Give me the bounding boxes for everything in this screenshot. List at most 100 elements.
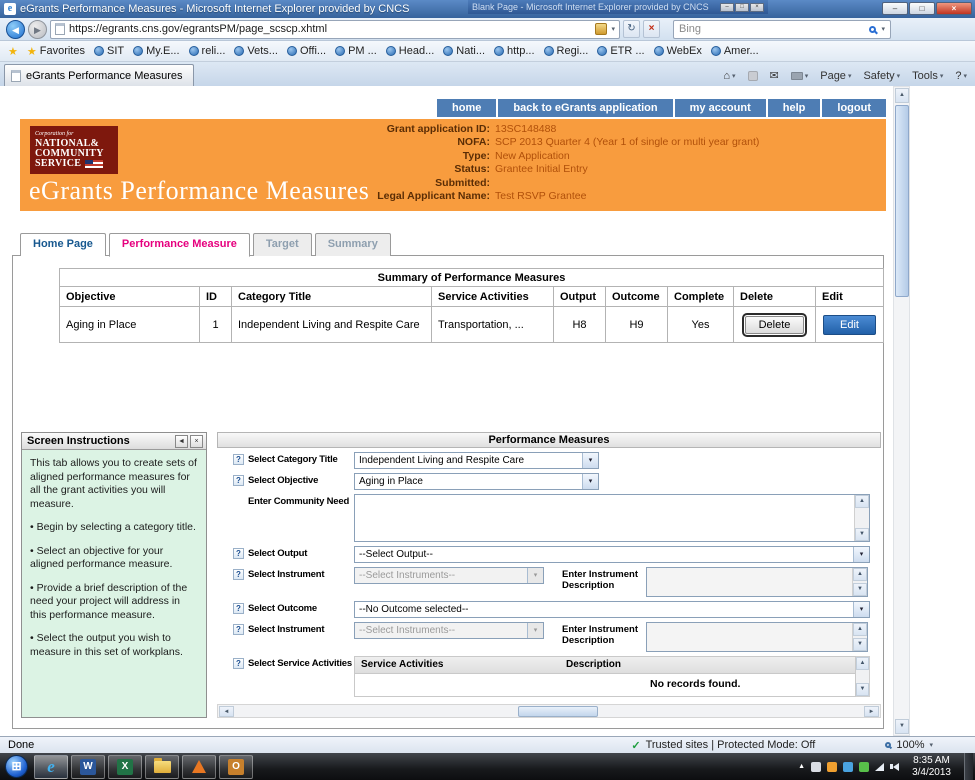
security-zone[interactable]: ✓ Trusted sites | Protected Mode: Off (631, 739, 815, 752)
favorite-link[interactable]: Amer... (711, 45, 759, 57)
favorite-link[interactable]: WebEx (654, 45, 702, 57)
close-button[interactable]: × (936, 2, 972, 15)
close-icon[interactable]: × (750, 3, 764, 12)
safety-menu-button[interactable]: Safety▾ (859, 69, 904, 83)
tab-home-page[interactable]: Home Page (20, 233, 106, 256)
vertical-scrollbar[interactable]: ▲ ▼ (893, 86, 910, 736)
scroll-up-icon[interactable]: ▲ (895, 88, 909, 103)
favorite-link[interactable]: ETR ... (597, 45, 644, 57)
home-button[interactable]: ⌂▾ (719, 69, 739, 83)
output-select[interactable]: --Select Output--▾ (354, 546, 870, 563)
tray-icon[interactable] (843, 762, 853, 772)
favorite-link[interactable]: http... (494, 45, 535, 57)
taskbar-clock[interactable]: 8:35 AM 3/4/2013 (905, 755, 958, 779)
tab-performance-measure[interactable]: Performance Measure (109, 233, 250, 257)
network-icon[interactable] (875, 763, 884, 771)
textarea-scrollbar[interactable]: ▲▼ (852, 623, 867, 651)
show-desktop-button[interactable] (964, 753, 973, 780)
tab-target[interactable]: Target (253, 233, 312, 256)
instrument2-desc-textarea[interactable]: ▲▼ (646, 622, 868, 652)
tools-menu-button[interactable]: Tools▾ (908, 69, 947, 83)
nav-home-button[interactable]: home (437, 99, 496, 117)
instrument1-desc-textarea[interactable]: ▲▼ (646, 567, 868, 597)
refresh-button[interactable]: ↻ (623, 20, 640, 38)
url-dropdown-icon[interactable]: ▾ (611, 25, 615, 33)
favorites-button[interactable]: ★ Favorites (27, 45, 85, 58)
tab-summary[interactable]: Summary (315, 233, 391, 256)
search-input[interactable]: Bing ▾ (673, 20, 891, 39)
favorite-link[interactable]: reli... (189, 45, 226, 57)
scroll-down-icon[interactable]: ▼ (853, 583, 867, 596)
instrument2-select[interactable]: --Select Instruments--▾ (354, 622, 544, 639)
scroll-up-icon[interactable]: ▲ (853, 623, 867, 636)
help-icon[interactable]: ? (233, 624, 244, 635)
scroll-down-icon[interactable]: ▼ (853, 638, 867, 651)
scroll-up-icon[interactable]: ▲ (856, 657, 869, 670)
community-need-textarea[interactable]: ▲▼ (354, 494, 870, 542)
nav-logout-button[interactable]: logout (822, 99, 886, 117)
nav-help-button[interactable]: help (768, 99, 821, 117)
maximize-icon[interactable]: □ (735, 3, 749, 12)
favorite-link[interactable]: Regi... (544, 45, 589, 57)
help-icon[interactable]: ? (233, 603, 244, 614)
scroll-down-icon[interactable]: ▼ (855, 528, 869, 541)
compatibility-view-icon[interactable] (595, 23, 607, 35)
page-menu-button[interactable]: Page▾ (816, 69, 855, 83)
scroll-down-icon[interactable]: ▼ (856, 683, 869, 696)
objective-select[interactable]: Aging in Place▾ (354, 473, 599, 490)
help-icon[interactable]: ? (233, 569, 244, 580)
search-icon[interactable] (869, 26, 876, 33)
favorite-link[interactable]: PM ... (335, 45, 377, 57)
volume-icon[interactable] (890, 763, 899, 771)
zoom-dropdown-icon[interactable]: ▾ (929, 741, 933, 749)
tray-icon[interactable] (811, 762, 821, 772)
category-select[interactable]: Independent Living and Respite Care▾ (354, 452, 599, 469)
search-dropdown-icon[interactable]: ▾ (881, 25, 885, 33)
horizontal-scrollbar[interactable]: ◄ ► (217, 704, 881, 718)
scroll-left-icon[interactable]: ◄ (219, 706, 234, 717)
url-text[interactable]: https://egrants.cns.gov/egrantsPM/page_s… (69, 23, 591, 35)
scrollbar-thumb[interactable] (518, 706, 598, 717)
scroll-right-icon[interactable]: ► (864, 706, 879, 717)
tray-icon[interactable] (827, 762, 837, 772)
favorite-link[interactable]: Vets... (234, 45, 278, 57)
ie-taskbar-button[interactable]: e (34, 755, 68, 779)
help-icon[interactable]: ? (233, 548, 244, 559)
nav-my-account-button[interactable]: my account (675, 99, 766, 117)
restore-button[interactable]: □ (909, 2, 935, 15)
read-mail-button[interactable]: ✉ (766, 68, 783, 83)
feeds-button[interactable] (744, 70, 762, 82)
minimize-icon[interactable]: – (720, 3, 734, 12)
outlook-taskbar-button[interactable]: O (219, 755, 253, 779)
service-table-scrollbar[interactable]: ▲ ▼ (856, 656, 870, 697)
scroll-up-icon[interactable]: ▲ (853, 568, 867, 581)
scroll-down-icon[interactable]: ▼ (895, 719, 909, 734)
scrollbar-thumb[interactable] (895, 105, 909, 297)
outcome-select[interactable]: --No Outcome selected--▾ (354, 601, 870, 618)
delete-button[interactable]: Delete (745, 316, 805, 334)
close-panel-icon[interactable]: × (190, 435, 203, 448)
media-taskbar-button[interactable] (182, 755, 216, 779)
edit-button[interactable]: Edit (823, 315, 876, 335)
textarea-scrollbar[interactable]: ▲▼ (852, 568, 867, 596)
favorite-link[interactable]: Nati... (443, 45, 485, 57)
excel-taskbar-button[interactable]: X (108, 755, 142, 779)
nav-back-to-egrants-button[interactable]: back to eGrants application (498, 99, 672, 117)
favorite-link[interactable]: My.E... (133, 45, 179, 57)
explorer-taskbar-button[interactable] (145, 755, 179, 779)
collapse-left-icon[interactable]: ◄ (175, 435, 188, 448)
tray-icon[interactable] (859, 762, 869, 772)
instrument1-select[interactable]: --Select Instruments--▾ (354, 567, 544, 584)
print-button[interactable]: ▾ (787, 71, 813, 81)
word-taskbar-button[interactable]: W (71, 755, 105, 779)
textarea-scrollbar[interactable]: ▲▼ (854, 495, 869, 541)
help-icon[interactable]: ? (233, 658, 244, 669)
url-field[interactable]: https://egrants.cns.gov/egrantsPM/page_s… (50, 20, 620, 39)
start-button[interactable]: ⊞ (5, 755, 28, 778)
back-button[interactable]: ◀ (6, 20, 25, 39)
favorite-link[interactable]: SIT (94, 45, 124, 57)
help-icon[interactable]: ? (233, 475, 244, 486)
minimize-button[interactable]: – (882, 2, 908, 15)
forward-button[interactable]: ▶ (28, 20, 47, 39)
browser-tab[interactable]: eGrants Performance Measures (4, 64, 194, 86)
